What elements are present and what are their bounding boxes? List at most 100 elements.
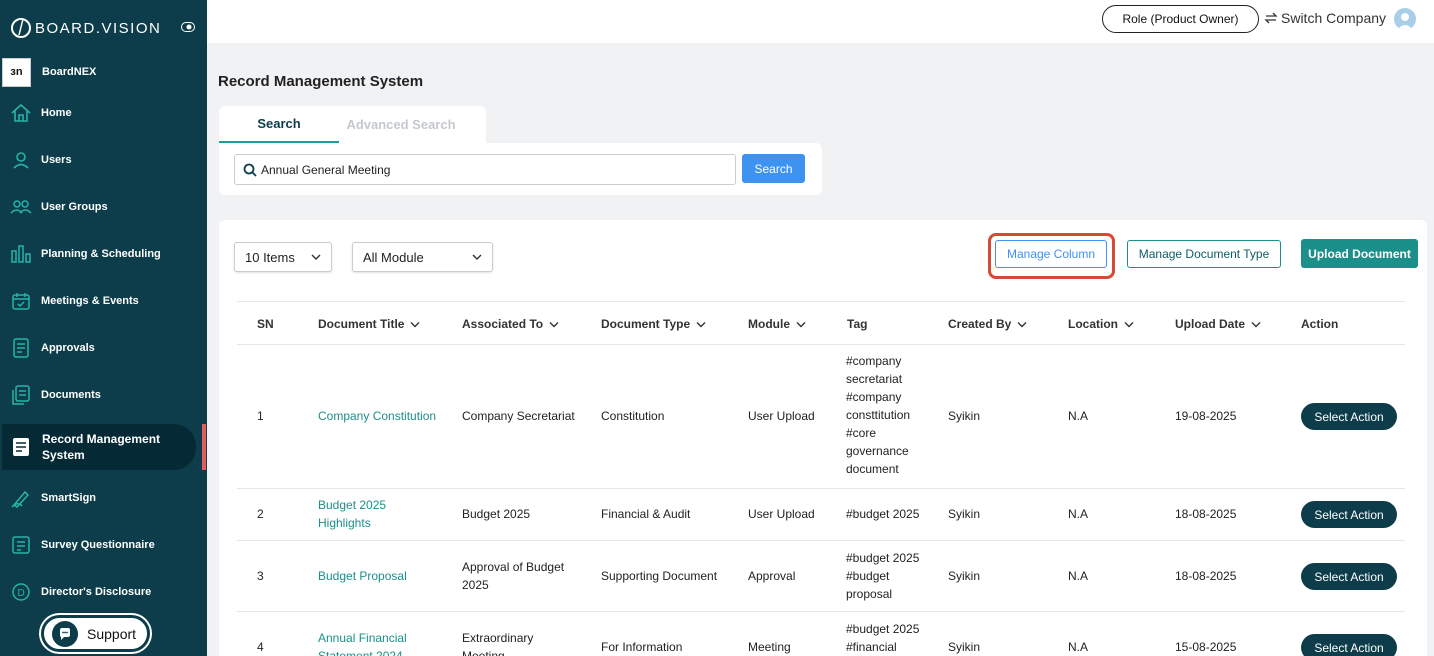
record-icon <box>13 438 29 456</box>
records-card: 10 Items All Module Manage Column Manage… <box>219 220 1427 656</box>
cell-upload-date: 18-08-2025 <box>1175 569 1237 583</box>
cell-associated-to: Company Secretariat <box>462 409 575 423</box>
cell-upload-date: 15-08-2025 <box>1175 640 1237 654</box>
company-switcher[interactable]: ɜn BoardNEX <box>0 56 207 88</box>
header-sn: SN <box>257 317 274 331</box>
cell-created-by: Syikin <box>948 507 981 521</box>
sidebar-item-label: Documents <box>41 389 101 401</box>
cell-sn: 2 <box>257 507 264 521</box>
cell-tag: #budget 2025 <box>846 507 920 521</box>
module-select[interactable]: All Module <box>352 242 493 272</box>
search-card: Annual General Meeting Search <box>219 143 822 195</box>
switch-company-button[interactable]: Switch Company <box>1264 10 1386 26</box>
brand[interactable]: BOARD.VISION <box>10 14 161 42</box>
search-input[interactable]: Annual General Meeting <box>234 154 736 185</box>
cell-document-type: For Information <box>601 640 683 654</box>
sidebar-item-planning[interactable]: Planning & Scheduling <box>0 232 207 276</box>
search-input-value: Annual General Meeting <box>261 162 391 177</box>
sidebar-item-approvals[interactable]: Approvals <box>0 326 207 370</box>
chevron-down-icon <box>549 321 559 327</box>
chevron-down-icon <box>1124 321 1134 327</box>
manage-column-button[interactable]: Manage Column <box>995 240 1107 268</box>
cell-document-title[interactable]: Annual Financial Statement 2024 <box>318 629 423 656</box>
items-per-page-value: 10 Items <box>245 249 295 265</box>
header-created-by[interactable]: Created By <box>948 317 1027 331</box>
cell-document-title[interactable]: Company Constitution <box>318 407 448 425</box>
sidebar-item-survey[interactable]: Survey Questionnaire <box>0 523 207 567</box>
sidebar-item-user-groups[interactable]: User Groups <box>0 185 207 229</box>
sidebar-item-home[interactable]: Home <box>0 91 207 135</box>
top-bar: Role (Product Owner) Switch Company <box>207 0 1434 43</box>
avatar-icon <box>1397 13 1413 30</box>
header-associated-to[interactable]: Associated To <box>462 317 559 331</box>
sidebar-item-label: Approvals <box>41 342 95 354</box>
select-action-button[interactable]: Select Action <box>1301 634 1397 656</box>
sidebar-item-label: Home <box>41 107 72 119</box>
cell-sn: 1 <box>257 409 264 423</box>
cell-document-type: Financial & Audit <box>601 507 691 521</box>
sidebar-item-label: Survey Questionnaire <box>41 539 155 551</box>
cell-upload-date: 18-08-2025 <box>1175 507 1237 521</box>
support-button[interactable]: Support <box>41 615 150 652</box>
table-header-row: SN Document Title Associated To Document… <box>237 301 1405 344</box>
cell-tag: #budget 2025 #financial <box>846 622 920 654</box>
header-upload-date[interactable]: Upload Date <box>1175 317 1261 331</box>
board-vision-logo-icon <box>11 18 31 38</box>
calendar-check-icon <box>12 293 30 310</box>
cell-created-by: Syikin <box>948 640 981 654</box>
cell-location: N.A <box>1068 640 1089 654</box>
items-per-page-select[interactable]: 10 Items <box>234 242 332 272</box>
upload-document-button[interactable]: Upload Document <box>1301 239 1418 268</box>
cell-associated-to: Approval of Budget 2025 <box>462 560 565 592</box>
cell-associated-to: Extraordinary Meeting <box>462 631 534 656</box>
sidebar-item-record-management[interactable]: Record Management System <box>2 424 196 470</box>
cell-module: User Upload <box>748 507 815 521</box>
select-action-button[interactable]: Select Action <box>1301 563 1397 590</box>
header-module[interactable]: Module <box>748 317 806 331</box>
sidebar-item-label: Meetings & Events <box>41 295 139 307</box>
cell-sn: 4 <box>257 640 264 654</box>
sidebar-item-label: Users <box>41 154 72 166</box>
chat-icon <box>52 620 78 647</box>
cell-upload-date: 19-08-2025 <box>1175 409 1237 423</box>
svg-text:D: D <box>18 588 25 599</box>
chevron-down-icon <box>311 254 321 260</box>
manage-document-type-button[interactable]: Manage Document Type <box>1127 240 1281 268</box>
user-icon <box>13 152 29 169</box>
table-row: 1 Company Constitution Company Secretari… <box>237 344 1405 488</box>
switch-company-label: Switch Company <box>1281 10 1387 26</box>
tab-search[interactable]: Search <box>219 106 339 143</box>
sidebar-item-meetings[interactable]: Meetings & Events <box>0 279 207 323</box>
sidebar-item-documents[interactable]: Documents <box>0 373 207 417</box>
chevron-down-icon <box>796 321 806 327</box>
sidebar-item-users[interactable]: Users <box>0 138 207 182</box>
cell-tag: #budget 2025 #budget proposal <box>846 551 920 601</box>
table-row: 4 Annual Financial Statement 2024 Extrao… <box>237 611 1405 656</box>
toggle-eye-icon[interactable] <box>181 22 195 32</box>
select-action-button[interactable]: Select Action <box>1301 501 1397 528</box>
sidebar-item-smartsign[interactable]: SmartSign <box>0 476 207 520</box>
company-name: BoardNEX <box>42 66 97 78</box>
avatar[interactable] <box>1394 8 1416 30</box>
cell-created-by: Syikin <box>948 569 981 583</box>
sidebar-item-disclosure[interactable]: D Director's Disclosure <box>0 570 207 614</box>
role-button[interactable]: Role (Product Owner) <box>1102 5 1259 33</box>
cell-document-title[interactable]: Budget Proposal <box>318 567 448 585</box>
cell-document-title[interactable]: Budget 2025 Highlights <box>318 496 403 532</box>
approval-doc-icon <box>13 338 29 358</box>
header-document-type[interactable]: Document Type <box>601 317 706 331</box>
sidebar-item-label: User Groups <box>41 201 108 213</box>
table-row: 2 Budget 2025 Highlights Budget 2025 Fin… <box>237 488 1405 540</box>
cell-sn: 3 <box>257 569 264 583</box>
switch-arrows-icon <box>1264 12 1278 24</box>
cell-created-by: Syikin <box>948 409 981 423</box>
tab-advanced-search[interactable]: Advanced Search <box>341 106 461 143</box>
cell-associated-to: Budget 2025 <box>462 507 531 521</box>
search-tabs: Search Advanced Search <box>219 106 486 143</box>
documents-icon <box>12 385 30 405</box>
search-button[interactable]: Search <box>742 154 805 183</box>
header-document-title[interactable]: Document Title <box>318 317 420 331</box>
header-location[interactable]: Location <box>1068 317 1134 331</box>
module-value: All Module <box>363 249 424 265</box>
select-action-button[interactable]: Select Action <box>1301 403 1397 430</box>
